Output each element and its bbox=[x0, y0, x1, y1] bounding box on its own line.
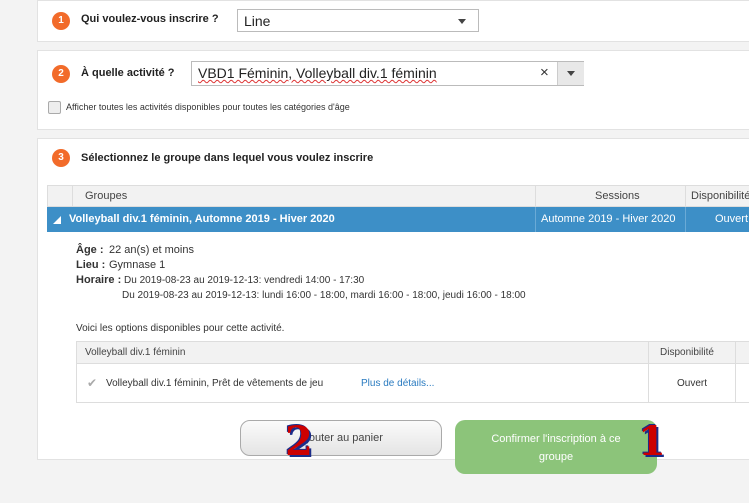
options-table: Volleyball div.1 féminin Disponibilité ✔… bbox=[76, 341, 749, 403]
annotation-badge-1: 1 bbox=[638, 418, 666, 465]
confirm-registration-button[interactable]: Confirmer l'inscription à ce groupe bbox=[455, 420, 657, 474]
step1-panel: 1 Qui voulez-vous inscrire ? Line bbox=[37, 0, 749, 42]
step3-number: 3 bbox=[52, 149, 70, 167]
annotation-badge-2: 2 bbox=[285, 418, 313, 465]
collapse-icon[interactable] bbox=[53, 216, 61, 224]
step2-label: À quelle activité ? bbox=[81, 67, 175, 79]
step2-panel: 2 À quelle activité ? VBD1 Féminin, Voll… bbox=[37, 50, 749, 130]
details-block: Âge : 22 an(s) et moins Lieu : Gymnase 1 H… bbox=[76, 243, 526, 303]
horaire-label: Horaire : bbox=[76, 274, 122, 286]
options-header-name: Volleyball div.1 féminin bbox=[85, 347, 186, 358]
person-select[interactable]: Line bbox=[237, 9, 479, 32]
lieu-label: Lieu : bbox=[76, 259, 106, 271]
group-status: Ouvert bbox=[715, 213, 749, 225]
horaire-1: Du 2019-08-23 au 2019-12-13: vendredi 14… bbox=[124, 275, 365, 286]
confirm-label-line2: groupe bbox=[538, 451, 574, 463]
confirm-label-line1: Confirmer l'inscription à ce bbox=[491, 433, 621, 445]
step3-label: Sélectionnez le groupe dans lequel vous … bbox=[81, 152, 374, 164]
horaire-line-2: Du 2019-08-23 au 2019-12-13: lundi 16:00… bbox=[76, 288, 526, 303]
dropdown-button[interactable] bbox=[557, 62, 584, 85]
lieu-line: Lieu : Gymnase 1 bbox=[76, 258, 526, 273]
options-header-divider bbox=[735, 342, 736, 402]
show-all-checkbox[interactable] bbox=[48, 101, 61, 114]
options-header-divider bbox=[648, 342, 649, 402]
option-item-status: Ouvert bbox=[677, 378, 708, 389]
groups-header: Groupes bbox=[85, 190, 128, 202]
step1-number: 1 bbox=[52, 12, 70, 30]
age-label: Âge : bbox=[76, 244, 104, 256]
lieu-value: Gymnase 1 bbox=[109, 259, 166, 271]
step2-number: 2 bbox=[52, 65, 70, 83]
chevron-down-icon bbox=[567, 71, 575, 76]
check-icon[interactable]: ✔ bbox=[87, 376, 97, 390]
groups-header-spacer bbox=[47, 185, 73, 207]
add-to-cart-label: Ajouter au panier bbox=[299, 432, 383, 444]
group-name: Volleyball div.1 féminin, Automne 2019 -… bbox=[69, 213, 335, 225]
option-item-name: Volleyball div.1 féminin, Prêt de vêteme… bbox=[106, 378, 324, 389]
horaire-2: Du 2019-08-23 au 2019-12-13: lundi 16:00… bbox=[122, 290, 526, 301]
step3-panel: 3 Sélectionnez le groupe dans lequel vou… bbox=[37, 138, 749, 474]
activity-select-value: VBD1 Féminin, Volleyball div.1 féminin bbox=[198, 65, 437, 81]
option-item-link[interactable]: Plus de détails... bbox=[361, 378, 434, 389]
person-select-value: Line bbox=[244, 13, 271, 29]
activity-select[interactable]: VBD1 Féminin, Volleyball div.1 féminin × bbox=[191, 61, 584, 86]
group-row-divider bbox=[535, 207, 536, 232]
show-all-label: Afficher toutes les activités disponible… bbox=[66, 102, 350, 112]
chevron-down-icon bbox=[458, 19, 466, 24]
group-row[interactable]: Volleyball div.1 féminin, Automne 2019 -… bbox=[47, 207, 749, 232]
options-intro: Voici les options disponibles pour cette… bbox=[76, 323, 285, 334]
group-row-divider bbox=[685, 207, 686, 232]
clear-icon[interactable]: × bbox=[540, 64, 549, 81]
age-value: 22 an(s) et moins bbox=[109, 244, 194, 256]
dispo-header: Disponibilité bbox=[691, 190, 749, 202]
age-line: Âge : 22 an(s) et moins bbox=[76, 243, 526, 258]
options-header-dispo: Disponibilité bbox=[660, 347, 714, 358]
step1-label: Qui voulez-vous inscrire ? bbox=[81, 13, 219, 25]
horaire-line-1: Horaire : Du 2019-08-23 au 2019-12-13: v… bbox=[76, 273, 526, 288]
sessions-header: Sessions bbox=[595, 190, 640, 202]
add-to-cart-button[interactable]: Ajouter au panier bbox=[240, 420, 442, 456]
group-session: Automne 2019 - Hiver 2020 bbox=[541, 213, 676, 225]
